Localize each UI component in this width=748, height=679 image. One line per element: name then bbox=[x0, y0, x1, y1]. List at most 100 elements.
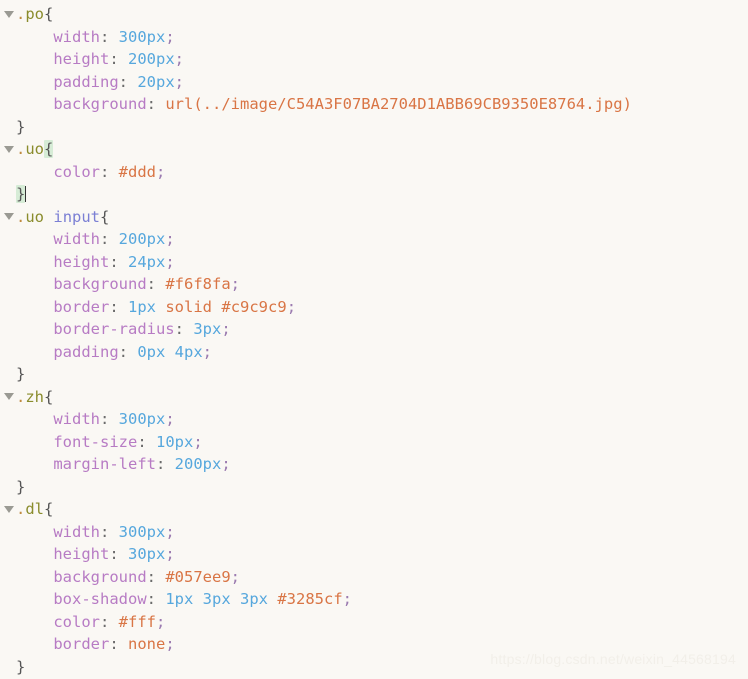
code-token: ; bbox=[165, 27, 175, 46]
fold-toggle[interactable] bbox=[0, 206, 16, 229]
code-token: : bbox=[100, 410, 119, 428]
bracket-match: } bbox=[16, 185, 26, 203]
code-line[interactable]: height: 24px; bbox=[0, 251, 748, 274]
code-line[interactable]: height: 200px; bbox=[0, 48, 748, 71]
code-token: 10px bbox=[156, 432, 194, 451]
code-line[interactable]: .po{ bbox=[0, 3, 748, 26]
code-line[interactable]: width: 300px; bbox=[0, 408, 748, 431]
code-token: 1px 3px 3px bbox=[165, 590, 268, 608]
code-token: 200px bbox=[174, 455, 222, 473]
code-token: margin-left bbox=[16, 455, 156, 473]
code-line[interactable]: background: url(../image/C54A3F07BA2704D… bbox=[0, 93, 748, 116]
code-token: height bbox=[16, 252, 110, 271]
code-text: .uo input{ bbox=[16, 206, 109, 229]
code-line-list: .po{ width: 300px; height: 200px; paddin… bbox=[0, 3, 748, 678]
code-token: border-radius bbox=[16, 320, 175, 338]
code-token: . bbox=[16, 500, 26, 518]
code-token: ; bbox=[193, 432, 203, 451]
code-line[interactable]: .zh{ bbox=[0, 386, 748, 409]
code-token: ; bbox=[156, 162, 166, 181]
code-line[interactable]: box-shadow: 1px 3px 3px #3285cf; bbox=[0, 588, 748, 611]
code-token: ; bbox=[174, 72, 184, 91]
code-line[interactable]: } bbox=[0, 363, 748, 386]
gutter-spacer bbox=[0, 116, 16, 139]
code-line[interactable]: width: 200px; bbox=[0, 228, 748, 251]
code-token: box-shadow bbox=[16, 590, 147, 608]
code-token: ; bbox=[165, 545, 175, 563]
code-text: width: 300px; bbox=[16, 521, 174, 544]
code-token: { bbox=[44, 500, 54, 518]
code-token: : bbox=[118, 342, 138, 361]
code-text: width: 300px; bbox=[16, 408, 174, 431]
code-token: uo bbox=[25, 207, 45, 226]
fold-toggle[interactable] bbox=[0, 3, 16, 26]
gutter-spacer bbox=[0, 588, 16, 611]
code-line[interactable]: .dl{ bbox=[0, 498, 748, 521]
gutter-spacer bbox=[0, 521, 16, 544]
gutter-spacer bbox=[0, 656, 16, 679]
code-line[interactable]: border-radius: 3px; bbox=[0, 318, 748, 341]
code-token: : bbox=[146, 275, 166, 293]
gutter-spacer bbox=[0, 71, 16, 94]
watermark: https://blog.csdn.net/weixin_44568194 bbox=[490, 651, 736, 667]
fold-toggle[interactable] bbox=[0, 498, 16, 521]
code-token: : bbox=[100, 230, 119, 248]
gutter-spacer bbox=[0, 48, 16, 71]
code-token: 24px bbox=[128, 252, 166, 271]
code-line[interactable]: background: #057ee9; bbox=[0, 566, 748, 589]
code-token: padding bbox=[16, 72, 119, 91]
code-text: .zh{ bbox=[16, 386, 53, 409]
code-line[interactable]: border: 1px solid #c9c9c9; bbox=[0, 296, 748, 319]
code-token: } bbox=[16, 365, 26, 383]
code-token: : bbox=[137, 432, 156, 451]
code-line[interactable]: width: 300px; bbox=[0, 26, 748, 49]
code-text: box-shadow: 1px 3px 3px #3285cf; bbox=[16, 588, 352, 611]
code-token: ; bbox=[230, 275, 240, 293]
gutter-spacer bbox=[0, 228, 16, 251]
code-token: { bbox=[100, 207, 110, 226]
code-line[interactable]: padding: 20px; bbox=[0, 71, 748, 94]
code-text: border-radius: 3px; bbox=[16, 318, 230, 341]
bracket-match: { bbox=[44, 140, 54, 158]
code-token: : bbox=[109, 545, 128, 563]
fold-toggle[interactable] bbox=[0, 386, 16, 409]
code-token: #057ee9 bbox=[165, 567, 231, 586]
code-token: 200px bbox=[128, 50, 175, 68]
code-editor[interactable]: .po{ width: 300px; height: 200px; paddin… bbox=[0, 0, 748, 679]
code-text: .uo{ bbox=[16, 138, 54, 161]
code-line[interactable]: background: #f6f8fa; bbox=[0, 273, 748, 296]
code-token: : bbox=[100, 612, 119, 631]
code-token: 300px bbox=[118, 522, 166, 541]
code-line[interactable]: margin-left: 200px; bbox=[0, 453, 748, 476]
code-line[interactable]: color: #ddd; bbox=[0, 161, 748, 184]
code-line[interactable]: .uo{ bbox=[0, 138, 748, 161]
code-line[interactable]: width: 300px; bbox=[0, 521, 748, 544]
gutter-spacer bbox=[0, 543, 16, 566]
code-token: 0px 4px bbox=[137, 342, 203, 361]
code-token: color bbox=[16, 162, 100, 181]
code-line[interactable]: .uo input{ bbox=[0, 206, 748, 229]
chevron-down-icon bbox=[3, 505, 14, 513]
code-line[interactable]: padding: 0px 4px; bbox=[0, 341, 748, 364]
code-line[interactable]: } bbox=[0, 116, 748, 139]
chevron-down-icon bbox=[3, 213, 14, 221]
code-token: . bbox=[16, 140, 26, 158]
code-line[interactable]: } bbox=[0, 476, 748, 499]
code-text: } bbox=[16, 656, 25, 679]
code-token: #f6f8fa bbox=[165, 275, 231, 293]
code-token: : bbox=[100, 162, 119, 181]
code-token: 3px bbox=[193, 320, 222, 338]
code-line[interactable]: font-size: 10px; bbox=[0, 431, 748, 454]
code-token: 1px bbox=[128, 297, 156, 316]
code-token: ; bbox=[156, 612, 166, 631]
code-token: ; bbox=[165, 230, 175, 248]
fold-toggle[interactable] bbox=[0, 138, 16, 161]
gutter-spacer bbox=[0, 633, 16, 656]
code-text: color: #fff; bbox=[16, 611, 165, 634]
code-line[interactable]: } bbox=[0, 183, 748, 206]
code-token: { bbox=[44, 5, 54, 23]
code-line[interactable]: color: #fff; bbox=[0, 611, 748, 634]
code-line[interactable]: height: 30px; bbox=[0, 543, 748, 566]
code-text: padding: 0px 4px; bbox=[16, 341, 212, 364]
